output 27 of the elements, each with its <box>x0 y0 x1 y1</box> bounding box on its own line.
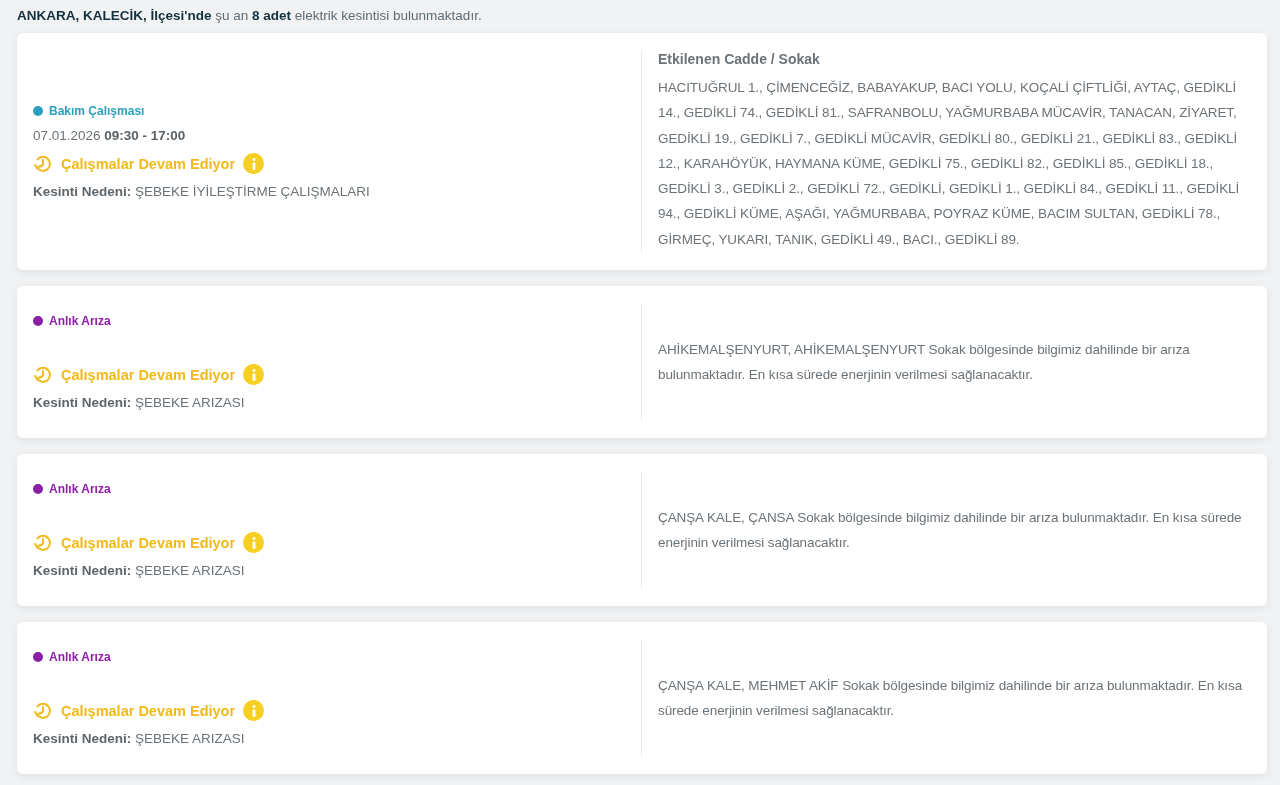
outage-type: Anlık Arıza <box>49 650 111 665</box>
outage-details: ÇANŞA KALE, ÇANSA Sokak bölgesinde bilgimiz dahilinde bir arıza bulunmaktadır. En kısa sürede enerjinin verilmesi sağlanacaktır. <box>658 508 1243 553</box>
outage-type: Bakım Çalışması <box>49 104 145 119</box>
info-icon[interactable] <box>243 364 265 386</box>
work-status: Çalışmalar Devam Ediyor <box>61 534 236 551</box>
work-status: Çalışmalar Devam Ediyor <box>61 702 236 719</box>
info-icon[interactable] <box>243 153 265 175</box>
clock-icon <box>33 700 53 721</box>
outage-details: HACITUĞRUL 1., ÇİMENCEĞİZ, BABAYAKUP, BACI YOLU, KOÇALİ ÇİFTLİĞİ, AYTAÇ, GEDİKLİ 14., GEDİKLİ 74., GEDİKLİ 81., SAFRANBOLU, YAĞMURBABA MÜCAVİR, TANACAN, ZİYARET, GEDİKLİ 19., GEDİKLİ 7., GEDİKLİ MÜCAVİR, GEDİKLİ 80., GEDİKLİ 21., GEDİKLİ 83., GEDİKLİ 12., KARAHÖYÜK, HAYMANA KÜME, GEDİKLİ 75., GEDİKLİ 82., GEDİKLİ 85., GEDİKLİ 18., GEDİKLİ 3., GEDİKLİ 2., GEDİKLİ 72., GEDİKLİ, GEDİKLİ 1., GEDİKLİ 84., GEDİKLİ 11., GEDİKLİ 94., GEDİKLİ KÜME, AŞAĞI, YAĞMURBABA, POYRAZ KÜME, BACIM SULTAN, GEDİKLİ 78., GİRMEÇ, YUKARI, TANIK, GEDİKLİ 49., BACI., GEDİKLİ 89. <box>658 79 1241 249</box>
clock-icon <box>33 153 53 174</box>
outage-reason: Kesinti Nedeni: ŞEBEKE ARIZASI <box>33 731 246 747</box>
outage-reason: Kesinti Nedeni: ŞEBEKE İYİLEŞTİRME ÇALIŞMALARI <box>33 184 371 200</box>
work-status: Çalışmalar Devam Ediyor <box>61 155 236 172</box>
outage-reason: Kesinti Nedeni: ŞEBEKE ARIZASI <box>33 563 246 579</box>
clock-icon <box>33 364 53 385</box>
outage-details: AHİKEMALŞENYURT, AHİKEMALŞENYURT Sokak bölgesinde bilgimiz dahilinde bir arıza bulunmaktadır. En kısa sürede enerjinin verilmesi sağlanacaktır. <box>658 340 1191 385</box>
outage-details: ÇANŞA KALE, MEHMET AKİF Sokak bölgesinde bilgimiz dahilinde bir arıza bulunmaktadır. En kısa sürede enerjinin verilmesi sağlanacaktır. <box>658 676 1244 721</box>
outage-type: Anlık Arıza <box>49 482 111 497</box>
clock-icon <box>33 532 53 553</box>
affected-streets-heading: Etkilenen Cadde / Sokak <box>658 51 821 67</box>
summary-text: ANKARA, KALECİK, İlçesi'nde şu an 8 adet elektrik kesintisi bulunmaktadır. <box>17 8 483 23</box>
info-icon[interactable] <box>243 700 265 722</box>
outage-type: Anlık Arıza <box>49 314 111 329</box>
work-status: Çalışmalar Devam Ediyor <box>61 366 236 383</box>
outage-reason: Kesinti Nedeni: ŞEBEKE ARIZASI <box>33 395 246 411</box>
outage-time: 07.01.2026 09:30 - 17:00 <box>33 128 187 144</box>
info-icon[interactable] <box>243 532 265 554</box>
